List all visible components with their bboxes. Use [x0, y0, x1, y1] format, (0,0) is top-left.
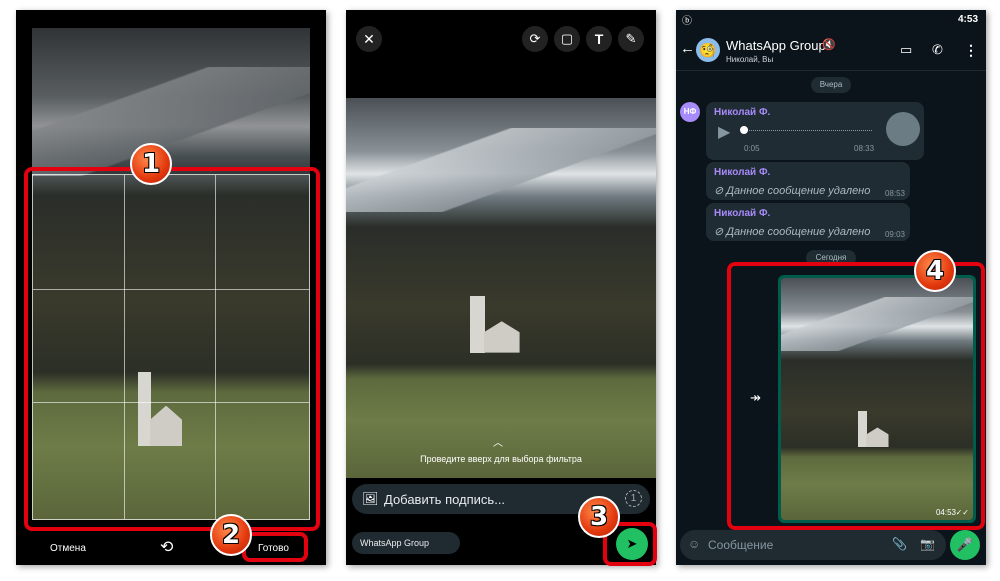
- message-input[interactable]: ☺ Сообщение 📎 📷: [680, 530, 946, 560]
- pencil-icon[interactable]: ✎: [618, 26, 644, 52]
- status-app-icon: ⓑ: [682, 16, 692, 27]
- camera-icon[interactable]: 📷: [920, 537, 935, 551]
- crop-rotate-icon[interactable]: ⟳: [522, 26, 548, 52]
- recipient-chip[interactable]: WhatsApp Group: [352, 532, 460, 554]
- muted-icon: 🔇: [822, 39, 836, 51]
- date-divider: Вчера: [811, 77, 851, 93]
- recipient-label: WhatsApp Group: [360, 538, 430, 548]
- filter-hint: Проведите вверх для выбора фильтра: [420, 454, 582, 464]
- sender-name: Николай Ф.: [714, 107, 771, 118]
- voice-elapsed: 0:05: [744, 144, 760, 153]
- date-label: Вчера: [819, 80, 843, 89]
- more-options-icon[interactable]: ⋮: [964, 42, 978, 59]
- highlight-image-message: [727, 262, 985, 530]
- emoji-icon[interactable]: ☺: [688, 537, 700, 551]
- message-time: 08:33: [854, 144, 875, 153]
- step-4-badge: 4: [914, 250, 956, 292]
- caption-placeholder: Добавить подпись...: [384, 492, 506, 507]
- attach-icon[interactable]: 📎: [892, 537, 907, 551]
- chat-title[interactable]: WhatsApp Group: [726, 38, 826, 53]
- video-call-icon[interactable]: ▭: [900, 42, 912, 58]
- step-3-badge: 3: [578, 496, 620, 538]
- blocked-icon: ⊘: [714, 185, 727, 197]
- message-time: 09:03: [884, 230, 905, 239]
- date-label: Сегодня: [815, 253, 847, 262]
- voice-message[interactable]: Николай Ф. ▶ 0:05 08:33: [706, 102, 924, 160]
- voice-avatar: [886, 112, 920, 146]
- add-image-icon: 🖼: [362, 491, 379, 506]
- photo-preview: [346, 98, 656, 478]
- editor-screen: ✕ ⟳ ▢ T ✎ ︿ Проведите вверх для выбора ф…: [346, 10, 656, 565]
- back-arrow-icon[interactable]: ←: [680, 40, 695, 57]
- deleted-message[interactable]: Николай Ф. ⊘ Данное сообщение удалено 08…: [706, 162, 910, 200]
- highlight-crop: [24, 167, 320, 531]
- chevron-up-icon: ︿: [493, 438, 503, 449]
- group-avatar[interactable]: 🧐: [696, 38, 720, 62]
- play-icon[interactable]: ▶: [718, 122, 730, 142]
- text-icon[interactable]: T: [586, 26, 612, 52]
- close-icon[interactable]: ✕: [356, 26, 382, 52]
- message-text: Данное сообщение удалено: [726, 185, 871, 197]
- view-once-icon[interactable]: 1: [625, 490, 642, 507]
- input-placeholder: Сообщение: [708, 538, 774, 552]
- message-time: 08:53: [884, 189, 905, 198]
- chat-subtitle: Николай, Вы: [726, 55, 774, 64]
- step-1-badge: 1: [130, 143, 172, 185]
- mic-button[interactable]: 🎤: [950, 530, 980, 560]
- blocked-icon: ⊘: [714, 226, 727, 238]
- rotate-icon[interactable]: ⟲: [160, 537, 173, 557]
- step-2-badge: 2: [210, 514, 252, 556]
- sticker-icon[interactable]: ▢: [554, 26, 580, 52]
- sender-name: Николай Ф.: [714, 208, 771, 219]
- message-text: Данное сообщение удалено: [726, 226, 871, 238]
- sender-avatar: НФ: [680, 102, 700, 122]
- deleted-message[interactable]: Николай Ф. ⊘ Данное сообщение удалено 09…: [706, 203, 910, 241]
- cancel-button[interactable]: Отмена: [50, 543, 86, 554]
- status-time: 4:53: [957, 14, 978, 25]
- sender-name: Николай Ф.: [714, 167, 771, 178]
- phone-icon[interactable]: ✆: [932, 42, 943, 58]
